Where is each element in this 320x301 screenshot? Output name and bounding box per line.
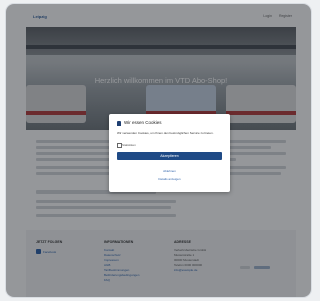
deny-link[interactable]: Ablehnen: [109, 169, 230, 173]
dialog-title: Wir essen Cookies: [124, 120, 162, 125]
accept-button[interactable]: Akzeptieren: [117, 152, 222, 160]
browser-frame: Leipzig Login Register Herzlich willkomm…: [6, 4, 311, 297]
dialog-text: Wir verwenden Cookies, um Ihnen den best…: [117, 131, 214, 135]
statistics-checkbox-label[interactable]: Statistiken: [122, 143, 136, 147]
cookie-icon: [117, 121, 121, 126]
cookie-consent-dialog: Wir essen Cookies Wir verwenden Cookies,…: [109, 114, 230, 192]
cookie-settings-link[interactable]: Details anzeigen: [109, 177, 230, 181]
